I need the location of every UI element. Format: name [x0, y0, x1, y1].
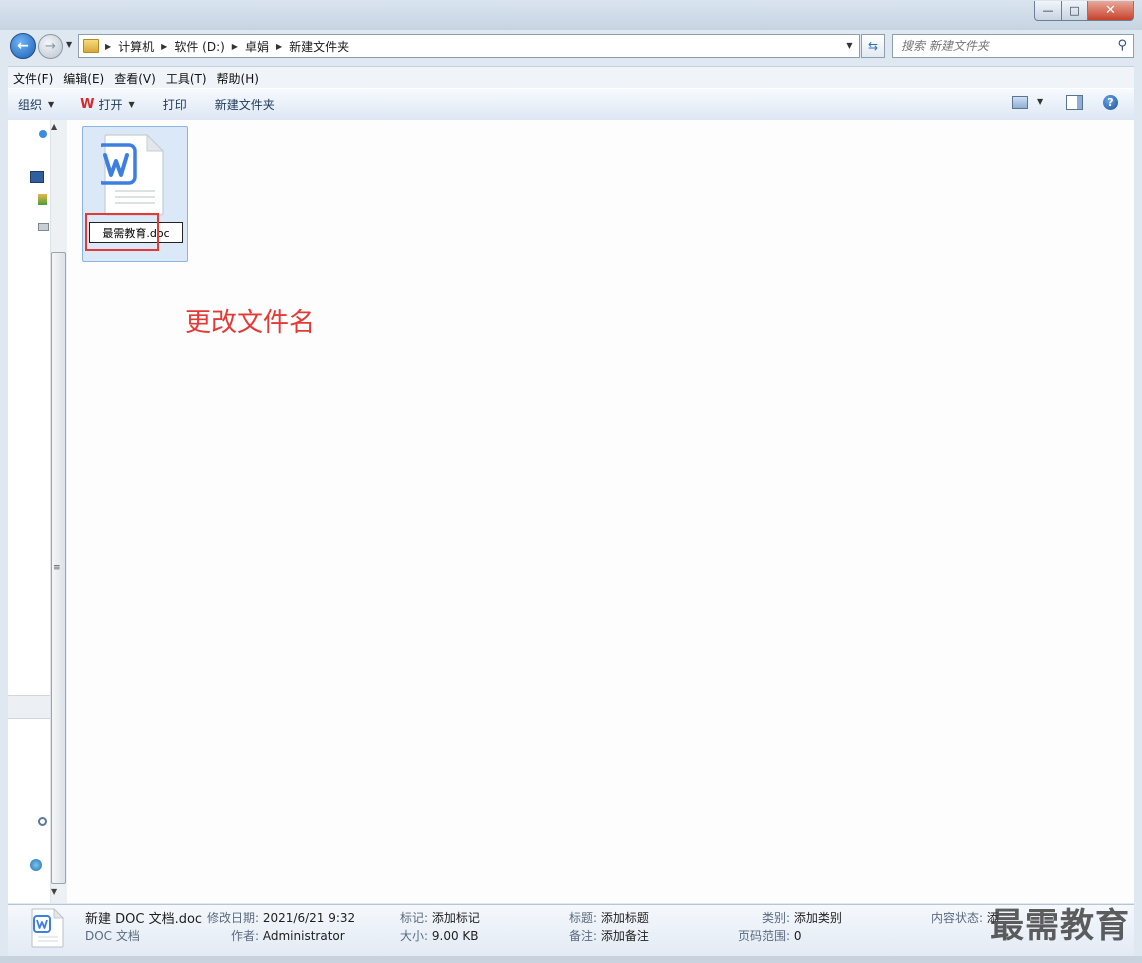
maximize-icon: □ [1069, 4, 1080, 17]
details-pages: 页码范围: 0 [738, 927, 802, 944]
file-list-area[interactable] [67, 120, 1134, 903]
breadcrumb-computer[interactable]: 计算机 [113, 38, 159, 55]
refresh-icon: ⇆ [867, 39, 879, 53]
details-size: 大小: 9.00 KB [400, 927, 479, 944]
menu-edit[interactable]: 编辑(E) [58, 70, 109, 87]
details-content-status: 内容状态: 添 [931, 909, 999, 926]
details-file-name: 新建 DOC 文档.doc [85, 912, 203, 927]
scrollbar-grip-icon: ≡ [53, 563, 61, 573]
refresh-button[interactable]: ⇆ [861, 34, 885, 58]
size-value: 9.00 KB [431, 929, 479, 943]
arrow-right-icon: → [45, 39, 56, 54]
back-button[interactable]: ← [10, 33, 36, 59]
folder-icon [83, 39, 99, 53]
comments-value[interactable]: 添加备注 [601, 929, 649, 943]
details-file-type: DOC 文档 [85, 929, 140, 943]
scroll-up-icon[interactable]: ▲ [51, 122, 57, 131]
title-value[interactable]: 添加标题 [601, 911, 649, 925]
nav-pane-divider [8, 695, 50, 719]
change-view-icon[interactable] [1012, 96, 1028, 109]
computer-icon[interactable] [30, 171, 44, 183]
address-bar[interactable]: ▶ 计算机 ▶ 软件 (D:) ▶ 卓娟 ▶ 新建文件夹 [78, 34, 860, 58]
breadcrumb-user-folder[interactable]: 卓娟 [240, 38, 274, 55]
pictures-icon[interactable] [38, 194, 47, 205]
breadcrumb-separator-icon[interactable]: ▶ [230, 42, 240, 51]
recent-pages-dropdown[interactable]: ▼ [66, 40, 72, 49]
search-input[interactable] [893, 38, 1113, 54]
scroll-down-icon[interactable]: ▼ [51, 887, 57, 896]
menu-view[interactable]: 查看(V) [109, 70, 161, 87]
breadcrumb-drive-d[interactable]: 软件 (D:) [169, 38, 229, 55]
window-bottom-border [0, 956, 1142, 963]
author-value[interactable]: Administrator [263, 929, 345, 943]
breadcrumb-separator-icon[interactable]: ▶ [274, 42, 284, 51]
highlight-box [85, 213, 159, 251]
modified-value: 2021/6/21 9:32 [262, 911, 356, 925]
close-button[interactable]: ✕ [1087, 1, 1134, 21]
title-bar[interactable] [0, 0, 1142, 30]
pages-value: 0 [793, 929, 802, 943]
organize-label: 组织 [18, 98, 43, 112]
minimize-button[interactable]: — [1034, 1, 1062, 21]
details-category: 类别: 添加类别 [762, 909, 842, 926]
word-document-icon [31, 908, 64, 948]
breadcrumb-separator-icon[interactable]: ▶ [103, 42, 113, 51]
pages-label: 页码范围: [738, 929, 791, 943]
arrow-left-icon: ← [17, 38, 29, 54]
globe-icon[interactable] [30, 859, 42, 871]
modified-label: 修改日期: [207, 911, 260, 925]
word-document-icon[interactable] [101, 133, 165, 217]
search-box[interactable]: ⚲ [892, 34, 1134, 58]
command-bar: 组织 ▼ W 打开 ▼ 打印 新建文件夹 [8, 88, 1134, 121]
close-icon: ✕ [1105, 3, 1116, 18]
address-history-dropdown[interactable]: ▼ [842, 35, 857, 56]
breadcrumb-separator-icon[interactable]: ▶ [159, 42, 169, 51]
author-label: 作者: [231, 929, 260, 943]
details-modified: 修改日期: 2021/6/21 9:32 [207, 909, 355, 926]
details-author: 作者: Administrator [231, 927, 345, 944]
menu-bar: 文件(F) 编辑(E) 查看(V) 工具(T) 帮助(H) [8, 66, 1134, 89]
search-icon[interactable]: ⚲ [1117, 38, 1127, 53]
minimize-icon: — [1042, 4, 1054, 17]
breadcrumb-new-folder[interactable]: 新建文件夹 [284, 38, 354, 55]
wps-icon: W [80, 97, 95, 112]
forward-button[interactable]: → [38, 34, 63, 59]
maximize-button[interactable]: □ [1061, 1, 1088, 21]
details-title: 标题: 添加标题 [569, 909, 649, 926]
open-button[interactable]: W 打开 ▼ [64, 96, 145, 113]
menu-file[interactable]: 文件(F) [8, 70, 58, 87]
preview-pane-icon[interactable] [1066, 95, 1083, 110]
title-label: 标题: [569, 911, 598, 925]
music-icon[interactable] [39, 130, 47, 138]
help-icon[interactable]: ? [1103, 95, 1118, 110]
open-label: 打开 [98, 98, 123, 112]
content-status-label: 内容状态: [931, 911, 984, 925]
size-label: 大小: [400, 929, 429, 943]
details-comments: 备注: 添加备注 [569, 927, 649, 944]
tags-value[interactable]: 添加标记 [432, 911, 480, 925]
menu-tools[interactable]: 工具(T) [161, 70, 212, 87]
navigation-pane[interactable] [8, 120, 50, 903]
network-icon[interactable] [38, 817, 47, 826]
category-value[interactable]: 添加类别 [794, 911, 842, 925]
menu-help[interactable]: 帮助(H) [212, 70, 264, 87]
watermark-text: 最需教育 [990, 906, 1130, 946]
new-folder-button[interactable]: 新建文件夹 [197, 96, 285, 113]
organize-button[interactable]: 组织 ▼ [8, 96, 64, 113]
chevron-down-icon: ▼ [128, 100, 135, 109]
details-tags: 标记: 添加标记 [400, 909, 480, 926]
view-options-dropdown[interactable]: ▼ [1037, 97, 1043, 106]
comments-label: 备注: [569, 929, 598, 943]
print-button[interactable]: 打印 [145, 96, 197, 113]
drive-icon[interactable] [38, 223, 49, 231]
annotation-text: 更改文件名 [185, 308, 316, 338]
category-label: 类别: [762, 911, 791, 925]
tags-label: 标记: [400, 911, 429, 925]
chevron-down-icon: ▼ [48, 100, 55, 109]
